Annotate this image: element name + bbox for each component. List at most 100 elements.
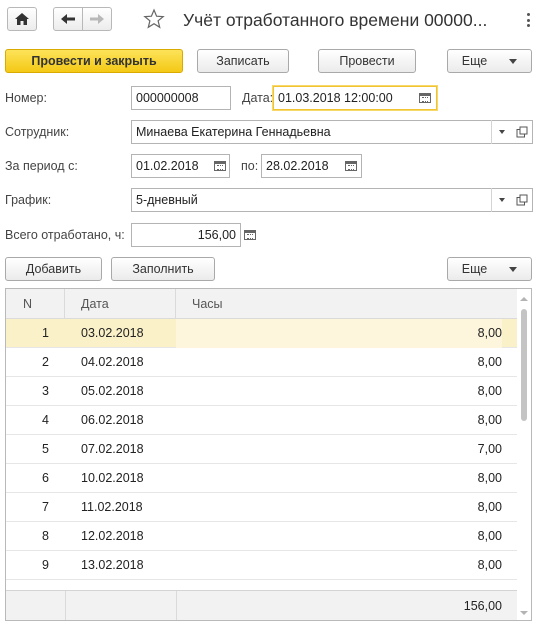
window-title: Учёт отработанного времени 00000...: [183, 10, 488, 30]
row-hours: 8,00: [477, 500, 502, 514]
row-date: 06.02.2018: [81, 413, 144, 427]
forward-button[interactable]: [82, 7, 112, 31]
period-label: За период с:: [5, 159, 78, 173]
chevron-down-icon: [509, 266, 518, 272]
save-button[interactable]: Записать: [197, 49, 289, 73]
date-field[interactable]: 01.03.2018 12:00:00: [273, 86, 437, 110]
total-value: 156,00: [197, 228, 236, 242]
add-row-button[interactable]: Добавить: [5, 257, 102, 281]
calendar-icon: [345, 161, 357, 171]
row-number: 5: [42, 442, 49, 456]
row-date: 07.02.2018: [81, 442, 144, 456]
scrollbar-thumb[interactable]: [521, 309, 527, 421]
date-value: 01.03.2018 12:00:00: [278, 91, 393, 105]
period-to-value: 28.02.2018: [266, 159, 329, 173]
row-date: 10.02.2018: [81, 471, 144, 485]
post-and-close-button[interactable]: Провести и закрыть: [5, 49, 183, 73]
more-button-label: Еще: [461, 54, 488, 68]
row-date: 11.02.2018: [81, 500, 143, 514]
more-button[interactable]: Еще: [447, 49, 532, 73]
row-date: 05.02.2018: [81, 384, 144, 398]
table-more-label: Еще: [461, 262, 488, 276]
column-header-n[interactable]: N: [6, 289, 65, 319]
table-row[interactable]: 1 03.02.2018 8,00: [6, 319, 518, 348]
schedule-value: 5-дневный: [136, 193, 198, 207]
number-field[interactable]: 000000008: [131, 86, 231, 110]
column-header-date[interactable]: Дата: [65, 289, 176, 319]
open-link-icon: [516, 126, 527, 138]
table-row[interactable]: 3 05.02.2018 8,00: [6, 377, 518, 406]
schedule-dropdown-icon[interactable]: [491, 188, 511, 212]
total-label: Всего отработано, ч:: [5, 228, 125, 242]
table-row[interactable]: 4 06.02.2018 8,00: [6, 406, 518, 435]
employee-value: Минаева Екатерина Геннадьевна: [136, 125, 331, 139]
period-to-calendar-button[interactable]: [341, 154, 361, 178]
row-number: 8: [42, 529, 49, 543]
row-hours: 8,00: [477, 558, 502, 572]
row-date: 13.02.2018: [81, 558, 144, 572]
row-number: 1: [42, 326, 49, 340]
arrow-right-icon: [90, 14, 104, 24]
total-field[interactable]: 156,00: [131, 223, 241, 247]
fill-button[interactable]: Заполнить: [111, 257, 215, 281]
chevron-down-icon: [509, 58, 518, 64]
table-row[interactable]: 2 04.02.2018 8,00: [6, 348, 518, 377]
column-header-hours[interactable]: Часы: [176, 289, 518, 319]
row-date: 04.02.2018: [81, 355, 144, 369]
row-date: 03.02.2018: [81, 326, 144, 340]
period-from-value: 01.02.2018: [136, 159, 199, 173]
table-header: N Дата Часы: [6, 289, 518, 319]
open-link-icon: [516, 194, 527, 206]
calendar-icon: [214, 161, 226, 171]
employee-field[interactable]: Минаева Екатерина Геннадьевна: [131, 120, 512, 144]
row-number: 6: [42, 471, 49, 485]
row-hours: 8,00: [477, 529, 502, 543]
row-hours: 7,00: [477, 442, 502, 456]
table-row[interactable]: 9 13.02.2018 8,00: [6, 551, 518, 580]
calculator-icon: [244, 230, 256, 240]
date-label: Дата:: [242, 91, 274, 105]
footer-total: 156,00: [463, 599, 502, 613]
row-hours: 8,00: [477, 413, 502, 427]
schedule-label: График:: [5, 193, 52, 207]
home-icon: [15, 13, 29, 25]
arrow-left-icon: [61, 14, 75, 24]
home-button[interactable]: [7, 7, 37, 31]
table-footer: 156,00: [6, 590, 518, 620]
table-row[interactable]: 8 12.02.2018 8,00: [6, 522, 518, 551]
period-to-label: по:: [241, 159, 259, 173]
post-button[interactable]: Провести: [318, 49, 416, 73]
table-row[interactable]: 7 11.02.2018 8,00: [6, 493, 518, 522]
row-number: 9: [42, 558, 49, 572]
schedule-open-button[interactable]: [511, 188, 533, 212]
row-number: 2: [42, 355, 49, 369]
row-hours: 8,00: [477, 355, 502, 369]
back-button[interactable]: [53, 7, 83, 31]
table-scrollbar[interactable]: [517, 289, 531, 620]
schedule-field[interactable]: 5-дневный: [131, 188, 512, 212]
employee-open-button[interactable]: [511, 120, 533, 144]
row-number: 7: [42, 500, 49, 514]
row-number: 4: [42, 413, 49, 427]
calendar-icon: [419, 93, 431, 103]
table-row[interactable]: 5 07.02.2018 7,00: [6, 435, 518, 464]
employee-label: Сотрудник:: [5, 125, 70, 139]
table-more-button[interactable]: Еще: [447, 257, 532, 281]
row-hours: 8,00: [176, 319, 502, 348]
time-table[interactable]: N Дата Часы 1 03.02.2018 8,00 2 04.02.20…: [5, 288, 532, 621]
date-calendar-button[interactable]: [415, 86, 435, 110]
row-date: 12.02.2018: [81, 529, 144, 543]
employee-dropdown-icon[interactable]: [491, 120, 511, 144]
scroll-up-icon[interactable]: [517, 294, 531, 304]
scroll-down-icon[interactable]: [517, 608, 531, 618]
more-actions-icon[interactable]: [521, 10, 535, 30]
total-calculator-button[interactable]: [240, 223, 260, 247]
period-from-calendar-button[interactable]: [210, 154, 230, 178]
star-icon: [143, 8, 165, 29]
table-row[interactable]: 6 10.02.2018 8,00: [6, 464, 518, 493]
row-hours: 8,00: [477, 471, 502, 485]
number-label: Номер:: [5, 91, 47, 105]
row-number: 3: [42, 384, 49, 398]
row-hours: 8,00: [477, 384, 502, 398]
favorite-star-button[interactable]: [143, 8, 165, 30]
